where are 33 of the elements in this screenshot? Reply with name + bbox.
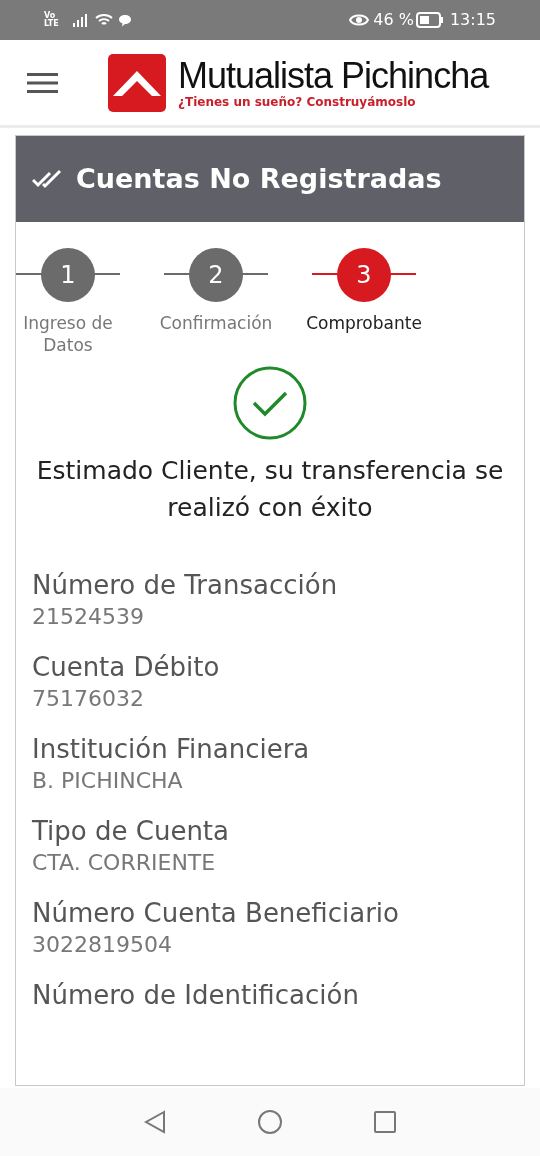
field-value: B. PICHINCHA <box>32 767 184 795</box>
field-label: Tipo de Cuenta <box>32 815 230 848</box>
field-label: Institución Financiera <box>32 733 311 766</box>
brand-tagline: ¿Tienes un sueño? Construyámoslo <box>178 94 417 109</box>
double-check-icon <box>32 169 64 189</box>
field-label: Cuenta Débito <box>32 651 221 684</box>
clock: 13:15 <box>449 9 496 31</box>
menu-icon[interactable] <box>27 72 58 93</box>
battery-percent: 46 % <box>373 9 414 31</box>
battery-icon <box>415 12 444 28</box>
signal-icon <box>72 13 90 27</box>
field-value: 3022819504 <box>32 931 173 959</box>
eye-icon <box>349 13 370 27</box>
step-label: Comprobante <box>305 312 423 334</box>
chat-icon <box>118 13 132 27</box>
card-title: Cuentas No Registradas <box>76 161 442 196</box>
field-label: Número Cuenta Beneficiario <box>32 897 400 930</box>
field-label: Número de Identificación <box>32 979 360 1012</box>
success-check-icon <box>233 366 307 440</box>
success-message: Estimado Cliente, su transferencia se realizó con éxito <box>35 455 505 524</box>
field-label: Número de Transacción <box>32 569 339 602</box>
home-icon[interactable] <box>258 1110 282 1134</box>
field-value: 21524539 <box>32 603 145 631</box>
brand-name: Mutualista Pichincha <box>178 56 489 95</box>
network-label: Vo LTE <box>44 12 60 28</box>
step-label: Ingreso de Datos <box>22 312 114 356</box>
wifi-icon <box>94 12 114 28</box>
back-icon[interactable] <box>144 1110 166 1134</box>
field-value: 75176032 <box>32 685 145 713</box>
field-value: CTA. CORRIENTE <box>32 849 217 877</box>
recents-icon[interactable] <box>374 1111 396 1133</box>
logo-icon <box>108 53 166 112</box>
step-label: Confirmación <box>158 312 274 334</box>
